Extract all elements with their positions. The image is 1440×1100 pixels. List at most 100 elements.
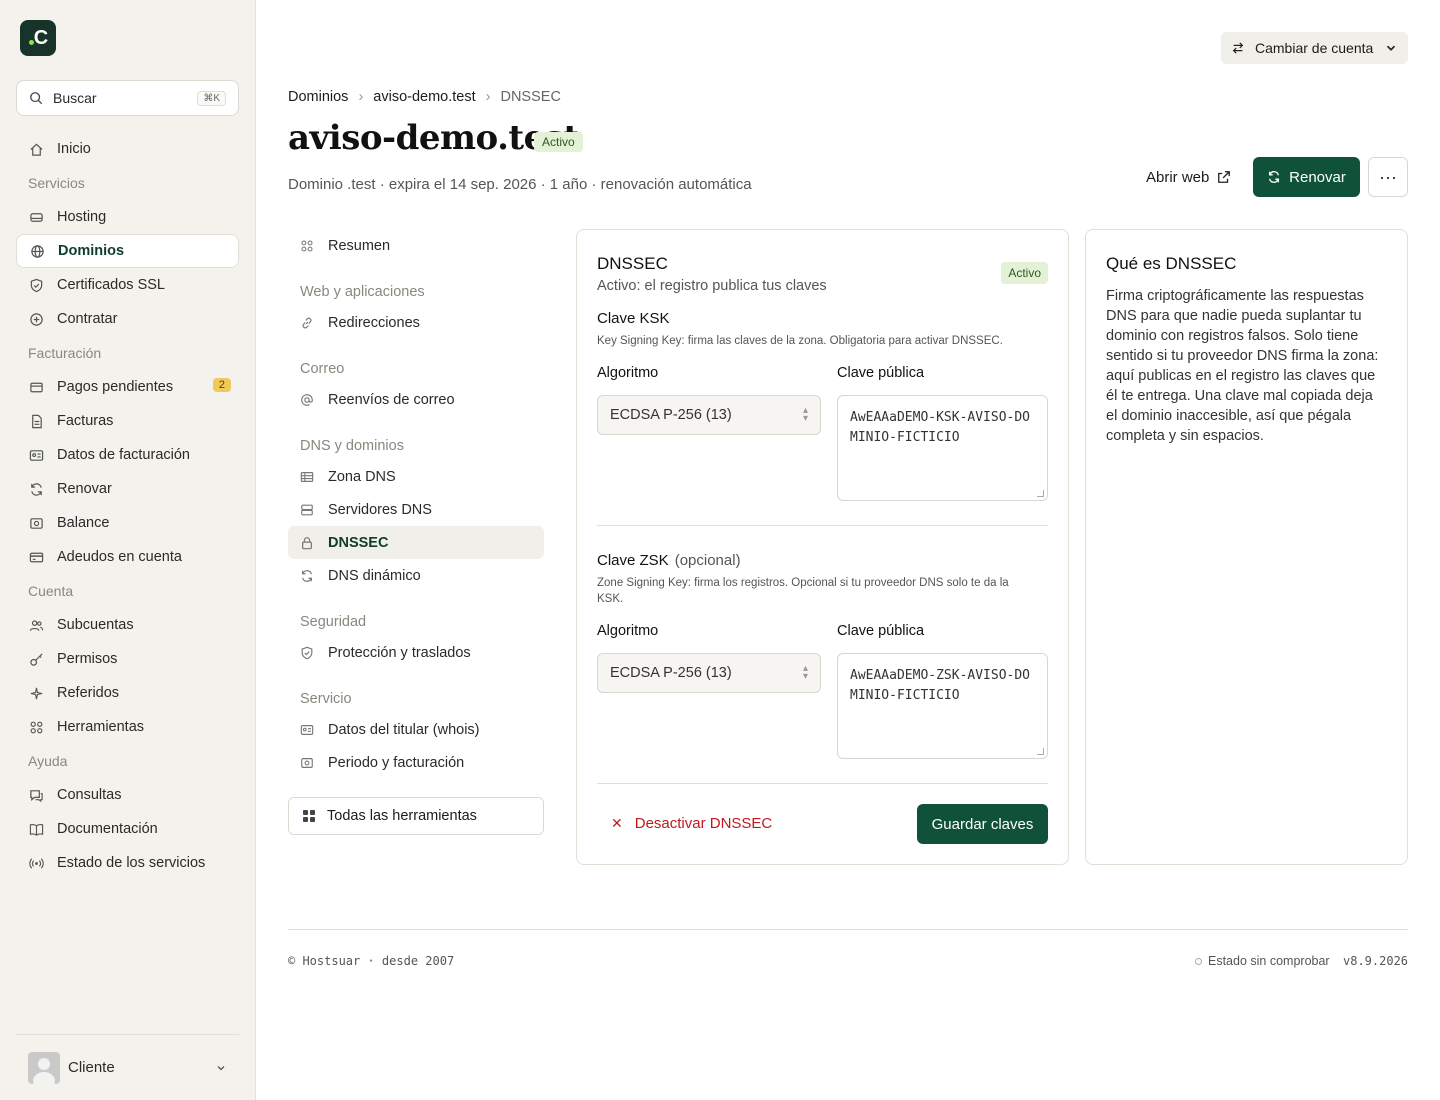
nav-label: DNSSEC: [328, 534, 389, 551]
breadcrumb-dominios[interactable]: Dominios: [288, 89, 348, 105]
breadcrumb-current: DNSSEC: [500, 89, 561, 105]
globe-icon: [29, 243, 45, 259]
switch-account-button[interactable]: Cambiar de cuenta: [1221, 32, 1408, 64]
grid-icon: [300, 239, 316, 253]
info-title: Qué es DNSSEC: [1106, 254, 1237, 273]
nav-section-dns-y-dominios: DNS y dominios: [300, 438, 404, 454]
subnav-item-zona-dns[interactable]: Zona DNS: [288, 460, 544, 493]
save-keys-button[interactable]: Guardar claves: [917, 804, 1048, 844]
sidebar-item-permisos[interactable]: Permisos: [16, 642, 239, 676]
search-input[interactable]: Buscar ⌘K: [16, 80, 239, 116]
nav-label: Hosting: [57, 209, 107, 225]
open-web-link[interactable]: Abrir web: [1146, 166, 1231, 188]
nav-section-servicio: Servicio: [300, 691, 352, 707]
nav-label: Redirecciones: [328, 314, 420, 331]
sidebar-item-herramientas[interactable]: Herramientas: [16, 710, 239, 744]
avatar: [28, 1051, 60, 1084]
search-shortcut: ⌘K: [197, 90, 226, 106]
subnav-item-servidores-dns[interactable]: Servidores DNS: [288, 493, 544, 526]
nav-label: Contratar: [57, 311, 118, 327]
ellipsis-icon: ···: [1379, 166, 1397, 187]
nav-label: Dominios: [58, 243, 125, 259]
dnssec-card: DNSSEC Activo: el registro publica tus c…: [576, 229, 1069, 865]
subnav-item-dnssec[interactable]: DNSSEC: [288, 526, 544, 559]
nav-label: Resumen: [328, 237, 391, 254]
subnav-item-redirecciones[interactable]: Redirecciones: [288, 306, 544, 339]
key-icon: [28, 651, 44, 667]
select-arrows-icon: ▴ ▾: [802, 405, 808, 424]
ksk-algorithm-value: ECDSA P-256 (13): [610, 407, 732, 423]
subnav-item-dns-dinamico[interactable]: DNS dinámico: [288, 559, 544, 592]
user-menu[interactable]: Cliente: [16, 1034, 239, 1100]
id-card-icon: [28, 447, 44, 463]
nav-label: Adeudos en cuenta: [57, 549, 182, 565]
home-icon: [28, 141, 44, 157]
sidebar-item-inicio[interactable]: Inicio: [16, 132, 239, 166]
nav-section-facturaci-n: Facturación: [28, 345, 102, 361]
dnssec-status-badge: Activo: [1001, 262, 1048, 284]
subnav-item-periodo-y-facturacion[interactable]: Periodo y facturación: [288, 746, 544, 779]
ksk-public-key-field[interactable]: AwEAAaDEMO-KSK-AVISO-DOMINIO-FICTICIO: [837, 395, 1048, 501]
sidebar-item-consultas[interactable]: Consultas: [16, 778, 239, 812]
balance-icon: [28, 515, 44, 531]
sidebar-item-pagos-pendientes[interactable]: Pagos pendientes 2: [16, 370, 239, 404]
subnav-item-datos-del-titular-whois[interactable]: Datos del titular (whois): [288, 713, 544, 746]
nav-label: Renovar: [57, 481, 112, 497]
credit-card-icon: [28, 549, 44, 565]
zsk-title-row: Clave ZSK (opcional): [597, 552, 741, 569]
refresh-icon: [300, 569, 316, 583]
all-tools-button[interactable]: Todas las herramientas: [288, 797, 544, 835]
zsk-algorithm-select[interactable]: ECDSA P-256 (13) ▴ ▾: [597, 653, 821, 693]
ksk-algorithm-select[interactable]: ECDSA P-256 (13) ▴ ▾: [597, 395, 821, 435]
nav-label: Permisos: [57, 651, 118, 667]
sidebar-item-hosting[interactable]: Hosting: [16, 200, 239, 234]
sidebar-item-certificados-ssl[interactable]: Certificados SSL: [16, 268, 239, 302]
breadcrumb-domain[interactable]: aviso-demo.test: [373, 89, 475, 105]
nav-label: Referidos: [57, 685, 120, 701]
zsk-description: Zone Signing Key: firma los registros. O…: [597, 577, 1009, 605]
nav-label: Subcuentas: [57, 617, 134, 633]
sidebar-item-contratar[interactable]: Contratar: [16, 302, 239, 336]
more-options-button[interactable]: ···: [1368, 157, 1408, 197]
deactivate-dnssec-button[interactable]: ✕ Desactivar DNSSEC: [611, 815, 772, 832]
user-name: Cliente: [68, 1059, 115, 1076]
ksk-public-key-label: Clave pública: [837, 365, 925, 381]
nav-section-cuenta: Cuenta: [28, 583, 74, 599]
nav-label: Facturas: [57, 413, 114, 429]
logo[interactable]: C: [20, 20, 56, 56]
sidebar-item-renovar[interactable]: Renovar: [16, 472, 239, 506]
divider: [597, 783, 1048, 784]
sidebar-item-referidos[interactable]: Referidos: [16, 676, 239, 710]
external-link-icon: [1218, 171, 1231, 183]
nav-label: Documentación: [57, 821, 158, 837]
sidebar-item-estado-de-los-servicios[interactable]: Estado de los servicios: [16, 846, 239, 880]
all-tools-label: Todas las herramientas: [327, 808, 477, 824]
zsk-public-key-field[interactable]: AwEAAaDEMO-ZSK-AVISO-DOMINIO-FICTICIO: [837, 653, 1048, 759]
chat-icon: [28, 787, 44, 803]
renew-button[interactable]: Renovar: [1253, 157, 1360, 197]
book-icon: [28, 821, 44, 837]
swap-icon: [1232, 42, 1244, 54]
nav-label: Estado de los servicios: [57, 855, 206, 871]
sidebar-item-balance[interactable]: Balance: [16, 506, 239, 540]
chevron-right-icon: ›: [485, 89, 491, 105]
nav-label: Inicio: [57, 141, 91, 157]
sidebar-item-adeudos-en-cuenta[interactable]: Adeudos en cuenta: [16, 540, 239, 574]
file-icon: [28, 413, 44, 429]
subnav-item-resumen[interactable]: Resumen: [288, 229, 544, 262]
server-icon: [300, 503, 316, 517]
refresh-icon: [28, 481, 44, 497]
sidebar-item-datos-de-facturacion[interactable]: Datos de facturación: [16, 438, 239, 472]
subnav-item-reenvios-de-correo[interactable]: Reenvíos de correo: [288, 383, 544, 416]
sidebar-item-documentacion[interactable]: Documentación: [16, 812, 239, 846]
service-status[interactable]: Estado sin comprobar: [1195, 954, 1330, 968]
chevron-right-icon: ›: [358, 89, 364, 105]
renew-label: Renovar: [1289, 168, 1346, 186]
sidebar-item-dominios[interactable]: Dominios: [16, 234, 239, 268]
nav-section-seguridad: Seguridad: [300, 614, 367, 630]
info-body: Firma criptográficamente las respuestas …: [1106, 288, 1379, 444]
subnav-item-proteccion-y-traslados[interactable]: Protección y traslados: [288, 636, 544, 669]
sidebar-item-subcuentas[interactable]: Subcuentas: [16, 608, 239, 642]
sidebar-item-facturas[interactable]: Facturas: [16, 404, 239, 438]
zsk-algorithm-value: ECDSA P-256 (13): [610, 665, 732, 681]
